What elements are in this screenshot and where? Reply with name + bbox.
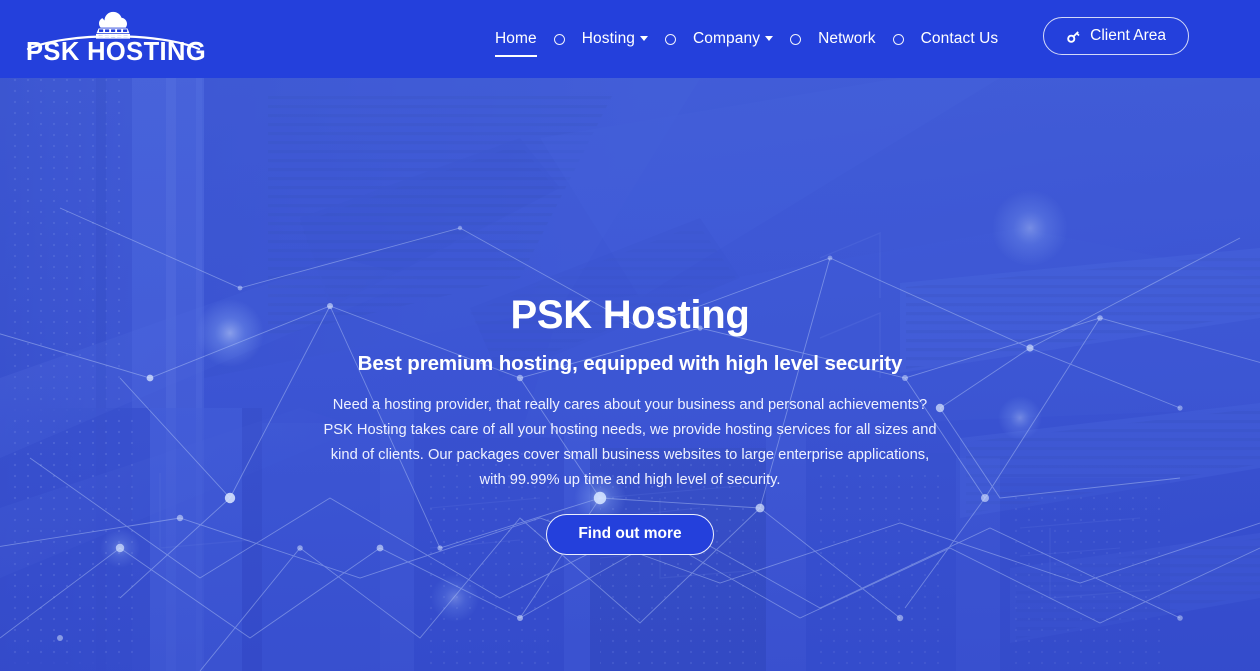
client-area-label: Client Area — [1090, 27, 1166, 44]
chevron-down-icon — [640, 36, 649, 42]
nav-separator-circle-icon — [553, 33, 565, 45]
hero-subtitle: Best premium hosting, equipped with high… — [357, 352, 903, 376]
client-area-button[interactable]: Client Area — [1043, 17, 1189, 55]
nav-separator-circle-icon — [892, 33, 904, 45]
hero-title: PSK Hosting — [510, 293, 750, 337]
hero-description: Need a hosting provider, that really car… — [323, 396, 937, 488]
main-navigation: Home Hosting Company Network Contact Us — [495, 0, 998, 78]
hero-section: PSK Hosting Best premium hosting, equipp… — [0, 78, 1260, 671]
find-out-more-button[interactable]: Find out more — [546, 513, 714, 555]
nav-item-network-label: Network — [818, 30, 876, 48]
nav-separator-circle-icon — [790, 33, 802, 45]
brand-name: PSK HOSTING — [26, 38, 207, 66]
site-header: PSK HOSTING Home Hosting Company Network… — [0, 0, 1260, 78]
page-root: PSK Hosting Best premium hosting, equipp… — [0, 0, 1260, 671]
nav-item-contact-us-label: Contact Us — [920, 30, 999, 48]
nav-separator-circle-icon — [665, 33, 677, 45]
nav-item-contact-us[interactable]: Contact Us — [921, 31, 999, 47]
nav-item-hosting[interactable]: Hosting — [581, 30, 649, 48]
chevron-down-icon — [765, 36, 774, 42]
brand-logo[interactable]: PSK HOSTING — [26, 6, 207, 68]
hero-content: PSK Hosting Best premium hosting, equipp… — [0, 78, 1260, 671]
nav-item-home[interactable]: Home — [495, 30, 537, 56]
nav-item-network[interactable]: Network — [818, 31, 876, 47]
nav-item-home-label: Home — [495, 30, 537, 48]
nav-item-hosting-label: Hosting — [581, 30, 636, 48]
nav-item-company[interactable]: Company — [693, 30, 774, 48]
key-icon — [1067, 30, 1080, 43]
nav-item-company-label: Company — [693, 30, 761, 48]
